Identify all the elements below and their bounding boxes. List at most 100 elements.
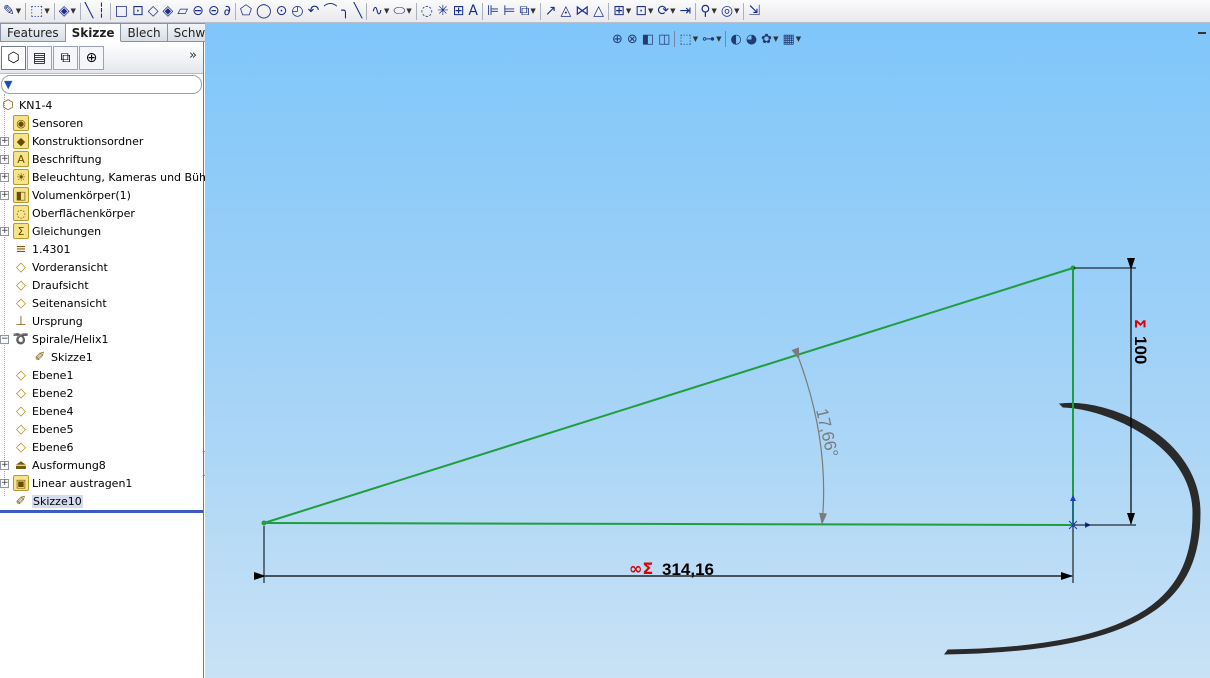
tree-item-gleichungen[interactable]: + Σ Gleichungen xyxy=(0,222,101,240)
expand-panel-icon[interactable]: » xyxy=(189,48,197,63)
expand-icon[interactable]: + xyxy=(0,155,9,164)
3point-arc-button[interactable]: ⌒ xyxy=(321,1,339,22)
sketch-blocks-button[interactable]: ◎ ▼ xyxy=(719,1,742,22)
tree-item-kn1-4[interactable]: ⬡ KN1-4 xyxy=(0,96,52,114)
center-rectangle-button[interactable]: ⊡ xyxy=(130,1,146,22)
arc-slot-button[interactable]: ∂ xyxy=(222,1,233,22)
expand-icon[interactable]: + xyxy=(0,461,9,470)
chevron-down-icon[interactable]: ▼ xyxy=(384,7,389,15)
tree-item-beschriftung[interactable]: + A Beschriftung xyxy=(0,150,102,168)
tree-item-vorderansicht[interactable]: ◇ Vorderansicht xyxy=(13,258,108,276)
convert-entities-button[interactable]: ⧉ ▼ xyxy=(517,1,537,22)
tab-blech[interactable]: Blech xyxy=(121,23,168,42)
display-relations-button[interactable]: △ xyxy=(591,1,606,22)
chevron-down-icon[interactable]: ▼ xyxy=(670,7,675,15)
tree-item-ebene5[interactable]: ◇ Ebene5 xyxy=(13,420,73,438)
tree-item-spirale-helix1[interactable]: − ➰ Spirale/Helix1 xyxy=(0,330,108,348)
extend-button[interactable]: ⊨ xyxy=(501,1,517,22)
repair-sketch-button[interactable]: ⇥ xyxy=(677,1,693,22)
straight-slot-button[interactable]: ⊖ xyxy=(190,1,206,22)
feature-filter[interactable]: ▼ xyxy=(1,75,202,94)
chevron-down-icon[interactable]: ▼ xyxy=(406,7,411,15)
offset-entities-button[interactable]: ↗ xyxy=(543,1,559,22)
sketch-fillet-button[interactable]: ╮ xyxy=(339,1,351,22)
tree-item-1-4301[interactable]: ≡ 1.4301 xyxy=(13,240,71,258)
tree-item-ursprung[interactable]: ⊥ Ursprung xyxy=(13,312,82,330)
text-button[interactable]: A xyxy=(466,1,480,22)
dimxpert-manager-tab[interactable]: ⊕ xyxy=(79,45,104,70)
tab-skizze[interactable]: Skizze xyxy=(65,23,122,42)
tree-item-ebene1[interactable]: ◇ Ebene1 xyxy=(13,366,73,384)
3point-center-rectangle-button[interactable]: ◈ xyxy=(161,1,176,22)
tree-item-konstruktionsordner[interactable]: + ◆ Konstruktionsordner xyxy=(0,132,143,150)
graphics-area[interactable]: ⊕ ⊗ ◧ ◫ ⬚ ▼ ⊶ ▼ ◐ ◕ ✿ ▼ ▦ ▼ ∞Σ 314,16 Σ … xyxy=(205,23,1210,678)
sketch-canvas[interactable]: ∞Σ 314,16 Σ 100 17,66° xyxy=(205,23,1210,678)
tree-item-ebene6[interactable]: ◇ Ebene6 xyxy=(13,438,73,456)
height-dimension[interactable]: Σ 100 xyxy=(1074,258,1150,526)
property-manager-tab[interactable]: ▤ xyxy=(27,45,52,70)
collapse-icon[interactable]: − xyxy=(0,335,9,344)
centerpoint-arc-button[interactable]: ◴ xyxy=(289,1,305,22)
length-dimension[interactable]: ∞Σ 314,16 xyxy=(254,526,1074,583)
centerpoint-slot-button[interactable]: ⊝ xyxy=(206,1,222,22)
circle-button[interactable]: ◯ xyxy=(254,1,274,22)
smart-dimension-button[interactable]: ✎ ▼ xyxy=(1,1,23,22)
tree-item-skizze1[interactable]: ✐ Skizze1 xyxy=(32,348,93,366)
chevron-down-icon[interactable]: ▼ xyxy=(71,7,76,15)
chevron-down-icon[interactable]: ▼ xyxy=(626,7,631,15)
tree-item-volumenk-rper-1-[interactable]: + ◧ Volumenkörper(1) xyxy=(0,186,131,204)
feature-manager-tab[interactable]: ⬡ xyxy=(1,45,26,70)
filter-input[interactable] xyxy=(12,77,201,92)
parallelogram-button[interactable]: ▱ xyxy=(175,1,190,22)
spline-button[interactable]: ∿ ▼ xyxy=(369,1,391,22)
tree-item-ausformung8[interactable]: + ⏏ Ausformung8 xyxy=(0,456,106,474)
perimeter-circle-button[interactable]: ⊙ xyxy=(274,1,290,22)
tree-item-oberfl-chenk-rper[interactable]: ◌ Oberflächenkörper xyxy=(13,204,135,222)
partial-ellipse-button[interactable]: ◌ xyxy=(419,1,435,22)
expand-icon[interactable]: + xyxy=(0,227,9,236)
trim-button[interactable]: ⊫ xyxy=(485,1,501,22)
3point-rectangle-button[interactable]: ◇ xyxy=(146,1,161,22)
tree-item-ebene4[interactable]: ◇ Ebene4 xyxy=(13,402,73,420)
sketch-picture-button[interactable]: ⊞ xyxy=(451,1,467,22)
sketch-base-line[interactable] xyxy=(263,522,1074,526)
chevron-down-icon[interactable]: ▼ xyxy=(734,7,739,15)
tree-item-ebene2[interactable]: ◇ Ebene2 xyxy=(13,384,73,402)
chevron-down-icon[interactable]: ▼ xyxy=(44,7,49,15)
chevron-down-icon[interactable]: ▼ xyxy=(711,7,716,15)
chevron-down-icon[interactable]: ▼ xyxy=(530,7,535,15)
sketch-button[interactable]: ⬚ ▼ xyxy=(28,1,52,22)
configuration-manager-tab[interactable]: ⧉ xyxy=(53,45,78,70)
mirror-entities-button[interactable]: ◬ xyxy=(559,1,574,22)
tree-item-beleuchtung-kameras-und-b-hne[interactable]: + ☀ Beleuchtung, Kameras und Bühne xyxy=(0,168,220,186)
rectangle-button[interactable]: □ xyxy=(113,1,130,22)
ellipse-button[interactable]: ⬭ ▼ xyxy=(391,1,413,22)
3d-sketch-button[interactable]: ◈ ▼ xyxy=(57,1,78,22)
tree-item-draufsicht[interactable]: ◇ Draufsicht xyxy=(13,276,89,294)
tree-item-sensoren[interactable]: ◉ Sensoren xyxy=(13,114,83,132)
rollback-bar[interactable] xyxy=(0,510,203,513)
line-button[interactable]: ╲ xyxy=(83,1,95,22)
angle-dimension[interactable]: 17,66° xyxy=(791,347,842,525)
expand-icon[interactable]: + xyxy=(0,173,9,182)
sketch-hypotenuse-line[interactable] xyxy=(263,267,1074,524)
chevron-down-icon[interactable]: ▼ xyxy=(648,7,653,15)
expand-icon[interactable]: + xyxy=(0,137,9,146)
linear-pattern-button[interactable]: ⋈ xyxy=(573,1,591,22)
move-entities-button[interactable]: ⟳ ▼ xyxy=(655,1,677,22)
tree-item-linear-austragen1[interactable]: + ▣ Linear austragen1 xyxy=(0,474,132,492)
tree-item-seitenansicht[interactable]: ◇ Seitenansicht xyxy=(13,294,107,312)
centerline-button[interactable]: ┆ xyxy=(95,1,107,22)
point-button[interactable]: ✳ xyxy=(435,1,451,22)
polygon-button[interactable]: ⬠ xyxy=(238,1,254,22)
sketch-point-start[interactable] xyxy=(261,520,267,526)
sketch-grid-button[interactable]: ⊞ ▼ xyxy=(611,1,633,22)
quick-snaps-button[interactable]: ⚲ ▼ xyxy=(698,1,719,22)
tree-item-skizze10[interactable]: ✐ Skizze10 xyxy=(13,492,83,510)
expand-icon[interactable]: + xyxy=(0,479,9,488)
sketch-chamfer-button[interactable]: ╲ xyxy=(352,1,364,22)
tangent-arc-button[interactable]: ↶ xyxy=(306,1,322,22)
tab-features[interactable]: Features xyxy=(0,23,66,42)
rapid-sketch-button[interactable]: ⊡ ▼ xyxy=(633,1,655,22)
exit-sketch-button[interactable]: ⇲ xyxy=(746,1,762,22)
